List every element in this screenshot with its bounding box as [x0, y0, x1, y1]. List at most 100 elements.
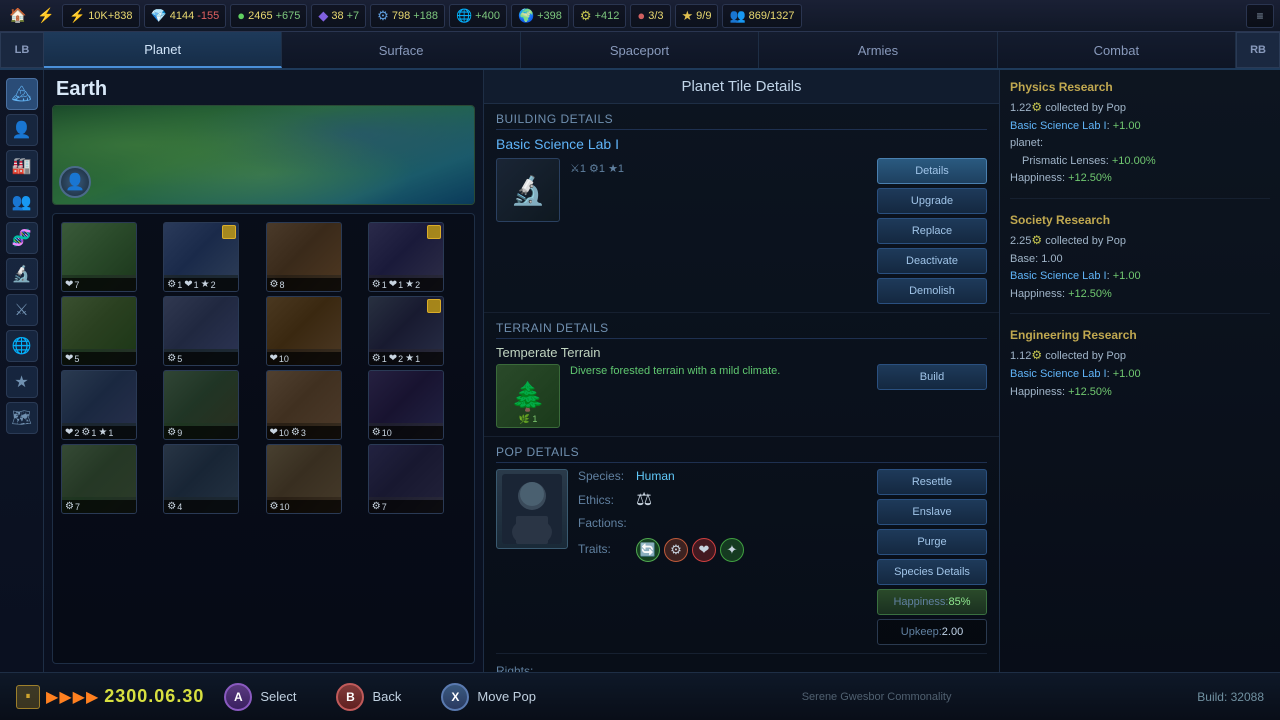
lb-button[interactable]: LB — [0, 32, 44, 68]
center-panel: Planet Tile Details Building Details Bas… — [484, 70, 1000, 672]
b-key: B — [336, 683, 364, 711]
tile-0[interactable]: ❤7 — [61, 222, 137, 292]
society-lab-bonus: Basic Science Lab I: +1.00 — [1010, 268, 1270, 286]
terrain-description: Diverse forested terrain with a mild cli… — [570, 364, 867, 379]
speed-arrow-1: ▶ — [46, 687, 58, 707]
tile-4[interactable]: ❤5 — [61, 296, 137, 366]
nav-tabs: LB Planet Surface Spaceport Armies Comba… — [0, 32, 1280, 70]
tile-8[interactable]: ❤2⚙1★1 — [61, 370, 137, 440]
sidebar-btn-industry[interactable]: 🏭 — [6, 150, 38, 182]
back-action[interactable]: B Back — [316, 673, 421, 720]
trait-icon-3: ✦ — [720, 538, 744, 562]
unity-resource: 🌍 +398 — [511, 4, 569, 28]
build-button[interactable]: Build — [877, 364, 987, 390]
pop-section-header: Pop Details — [496, 445, 987, 463]
tile-10[interactable]: ❤10⚙3 — [266, 370, 342, 440]
trade-value: +400 — [475, 10, 500, 22]
tile-2[interactable]: ⚙8 — [266, 222, 342, 292]
purge-button[interactable]: Purge — [877, 529, 987, 555]
select-label: Select — [260, 689, 296, 704]
bottom-bar: ⏸ ▶ ▶ ▶ ▶ 2300.06.30 A Select B Back X M… — [0, 672, 1280, 720]
tile-14[interactable]: ⚙10 — [266, 444, 342, 514]
sidebar-btn-pop[interactable]: 👤 — [6, 114, 38, 146]
tiles-section: ❤7 ⚙1❤1★2 ⚙8 ⚙1❤1★2 — [52, 213, 475, 664]
minerals-income: -155 — [197, 10, 219, 22]
tile-3[interactable]: ⚙1❤1★2 — [368, 222, 444, 292]
sidebar-btn-planet[interactable]: 🏔 — [6, 78, 38, 110]
pop-portrait — [496, 469, 568, 549]
sidebar-btn-diplomacy[interactable]: 🌐 — [6, 330, 38, 362]
movepop-action[interactable]: X Move Pop — [421, 673, 556, 720]
terrain-row: 🌲 🌿 1 Diverse forested terrain with a mi… — [496, 364, 987, 428]
trait-icon-0: 🔄 — [636, 538, 660, 562]
tile-6[interactable]: ❤10 — [266, 296, 342, 366]
tile-9[interactable]: ⚙9 — [163, 370, 239, 440]
unity-icon: 🌍 — [518, 8, 534, 24]
rb-button[interactable]: RB — [1236, 32, 1280, 68]
trait-icons: 🔄 ⚙ ❤ ✦ — [636, 538, 744, 562]
tab-surface[interactable]: Surface — [282, 32, 520, 68]
building-section: Building Details Basic Science Lab I 🔬 ⚔… — [484, 104, 999, 313]
tile-1[interactable]: ⚙1❤1★2 — [163, 222, 239, 292]
sidebar-btn-military[interactable]: ⚔ — [6, 294, 38, 326]
pause-button[interactable]: ⏸ — [16, 685, 40, 709]
replace-button[interactable]: Replace — [877, 218, 987, 244]
pop-species-field: Species: Human — [578, 469, 867, 483]
lightning-icon[interactable]: ⚡ — [34, 4, 58, 28]
tile-12[interactable]: ⚙7 — [61, 444, 137, 514]
select-action[interactable]: A Select — [204, 673, 316, 720]
building-buttons: Details Upgrade Replace Deactivate Demol… — [877, 158, 987, 304]
research-resource: ⚙ +412 — [573, 4, 626, 28]
tab-planet[interactable]: Planet — [44, 32, 282, 68]
alloys-value: 798 — [392, 10, 410, 22]
society-research-title: Society Research — [1010, 213, 1270, 227]
deactivate-button[interactable]: Deactivate — [877, 248, 987, 274]
enslave-button[interactable]: Enslave — [877, 499, 987, 525]
influence-icon: ◆ — [318, 8, 328, 24]
trait-icon-1: ⚙ — [664, 538, 688, 562]
species-details-button[interactable]: Species Details — [877, 559, 987, 585]
pop-rights-row: Rights: Full Citizenship — [496, 653, 987, 672]
upgrade-button[interactable]: Upgrade — [877, 188, 987, 214]
home-icon[interactable]: 🏠 — [6, 4, 30, 28]
bottom-center-text: Serene Gwesbor Commonality — [556, 691, 1197, 703]
alloys-income: +188 — [413, 10, 438, 22]
tile-13[interactable]: ⚙4 — [163, 444, 239, 514]
demolish-button[interactable]: Demolish — [877, 278, 987, 304]
terrain-section-header: Terrain Details — [496, 321, 987, 339]
bottom-left: ⏸ ▶ ▶ ▶ ▶ 2300.06.30 — [16, 685, 204, 709]
happiness-display: Happiness: 85% — [877, 589, 987, 615]
tab-spaceport[interactable]: Spaceport — [521, 32, 759, 68]
sidebar-btn-factions[interactable]: 👥 — [6, 186, 38, 218]
physics-research-block: Physics Research 1.22⚙ collected by Pop … — [1010, 80, 1270, 199]
food-icon: ● — [237, 8, 245, 23]
build-number: Build: 32088 — [1197, 690, 1264, 704]
tile-11[interactable]: ⚙10 — [368, 370, 444, 440]
unity-value: +398 — [537, 10, 562, 22]
sidebar-btn-tech[interactable]: 🔬 — [6, 258, 38, 290]
sidebar-btn-star[interactable]: ★ — [6, 366, 38, 398]
amenities-resource: ★ 9/9 — [675, 4, 719, 28]
traits-label: Traits: — [578, 542, 630, 556]
tab-armies[interactable]: Armies — [759, 32, 997, 68]
population-value: 869/1327 — [749, 10, 795, 22]
building-row: 🔬 ⚔1 ⚙1 ★1 Details Upgrade Replace Deact… — [496, 158, 987, 304]
resettle-button[interactable]: Resettle — [877, 469, 987, 495]
engineering-lab-bonus: Basic Science Lab I: +1.00 — [1010, 366, 1270, 384]
speed-arrow-4: ▶ — [86, 687, 98, 707]
x-key: X — [441, 683, 469, 711]
planet-avatar: 👤 — [59, 166, 91, 198]
tile-15[interactable]: ⚙7 — [368, 444, 444, 514]
tile-5[interactable]: ⚙5 — [163, 296, 239, 366]
energy-value: 10K+838 — [88, 10, 132, 22]
sidebar-btn-map[interactable]: 🗺 — [6, 402, 38, 434]
tab-combat[interactable]: Combat — [998, 32, 1236, 68]
factions-label: Factions: — [578, 516, 630, 530]
menu-button[interactable]: ≡ — [1246, 4, 1274, 28]
sidebar-btn-biology[interactable]: 🧬 — [6, 222, 38, 254]
speed-arrow-3: ▶ — [73, 687, 85, 707]
population-resource: 👥 869/1327 — [722, 4, 801, 28]
tile-7[interactable]: ⚙1❤2★1 — [368, 296, 444, 366]
influence-resource: ◆ 38 +7 — [311, 4, 366, 28]
details-button[interactable]: Details — [877, 158, 987, 184]
